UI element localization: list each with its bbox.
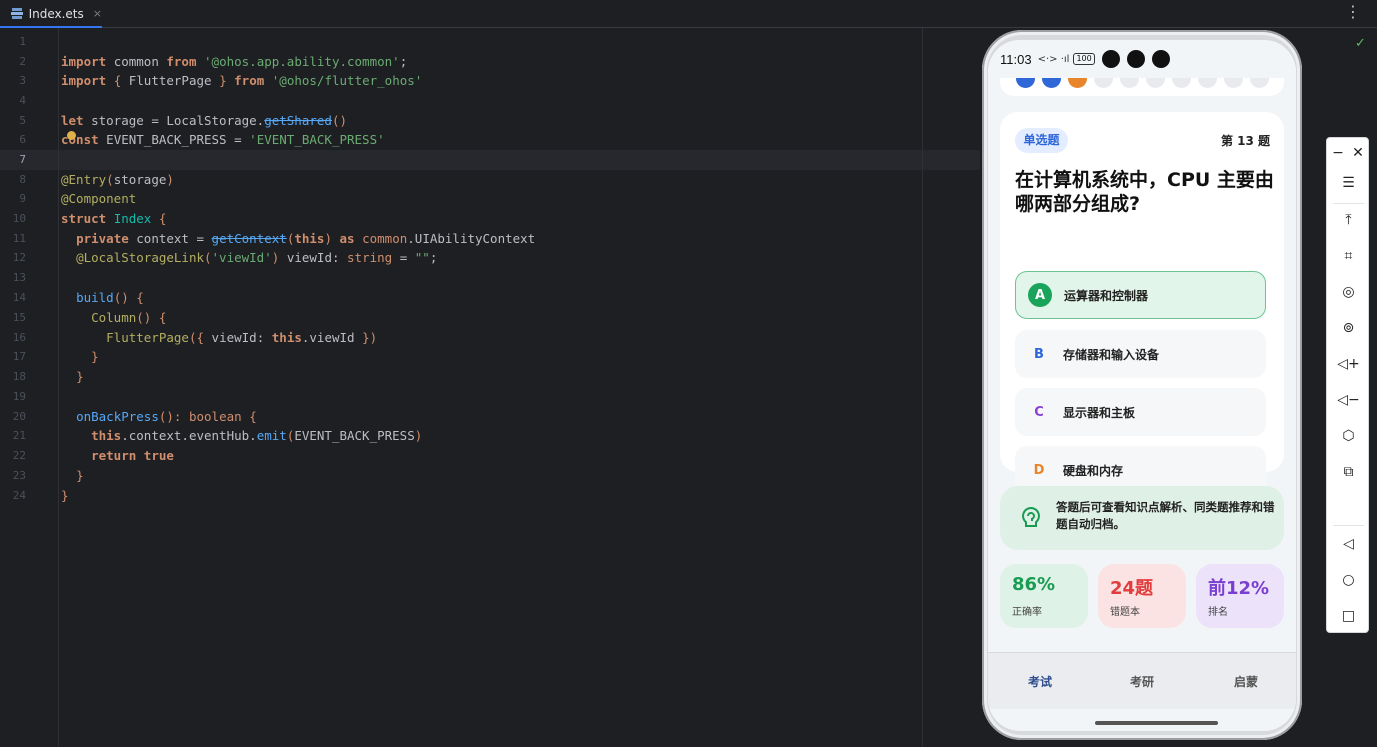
code-editor[interactable]: 1 2 import common from '@ohos.app.ability… — [0, 28, 980, 747]
line-number: 11 — [12, 232, 26, 245]
line-number: 7 — [19, 153, 26, 166]
divider — [1333, 203, 1364, 204]
bottom-nav: 考试 考研 启蒙 — [988, 652, 1296, 709]
line-number: 1 — [19, 35, 26, 48]
tab-index-ets[interactable]: Index.ets × — [0, 0, 102, 28]
emulator-toolbar: − ✕ ☰ ⤒ ⌗ ◎ ⊚ ◁+ ◁− ⬡ ⧉ ◁ ○ □ — [1326, 137, 1369, 633]
line-number: 15 — [12, 311, 26, 324]
line-number: 8 — [19, 173, 26, 186]
recents-icon[interactable]: □ — [1327, 601, 1370, 631]
signal-icon: <·> ·ıl — [1037, 53, 1070, 65]
line-number: 6 — [19, 133, 26, 146]
rotate-icon[interactable]: ◎ — [1327, 277, 1370, 307]
line-number: 14 — [12, 291, 26, 304]
multi-device-icon[interactable]: ⧉ — [1327, 457, 1370, 487]
battery-icon: 100 — [1073, 53, 1095, 65]
line-number: 21 — [12, 429, 26, 442]
status-bar: 11:03 <·> ·ıl 100 — [988, 40, 1296, 78]
option-c[interactable]: C 显示器和主板 — [1015, 388, 1266, 436]
line-number: 12 — [12, 251, 26, 264]
phone-emulator: 11:03 <·> ·ıl 100 单选题 第 13 题 在计算机系统中，CPU… — [982, 30, 1302, 740]
line-number: 22 — [12, 449, 26, 462]
question-number: 第 13 题 — [1220, 134, 1270, 148]
menu-icon[interactable]: ☰ — [1327, 168, 1370, 198]
option-text: 存储器和输入设备 — [1063, 347, 1160, 362]
home-indicator[interactable] — [1095, 721, 1218, 725]
option-a[interactable]: A 运算器和控制器 — [1015, 271, 1266, 319]
pin-top-icon[interactable]: ⤒ — [1327, 205, 1370, 235]
minimize-icon[interactable]: − — [1327, 138, 1349, 168]
status-time: 11:03 — [1000, 51, 1032, 67]
nav-postgrad[interactable]: 考研 — [1130, 673, 1154, 690]
tip-text: 答题后可查看知识点解析、同类题推荐和错题自动归档。 — [1056, 500, 1275, 531]
record-icon[interactable]: ⊚ — [1327, 313, 1370, 343]
stat-label: 正确率 — [1012, 607, 1042, 618]
line-number: 10 — [12, 212, 26, 225]
option-letter: A — [1028, 283, 1052, 307]
volume-down-icon[interactable]: ◁− — [1327, 385, 1370, 415]
file-icon — [11, 7, 23, 20]
fold-icon[interactable]: ⬡ — [1327, 421, 1370, 451]
line-number: 17 — [12, 350, 26, 363]
option-letter: D — [1033, 462, 1045, 478]
nav-enlighten[interactable]: 启蒙 — [1234, 673, 1258, 690]
question-type-badge: 单选题 — [1015, 128, 1068, 153]
back-icon[interactable]: ◁ — [1327, 529, 1370, 559]
stat-label: 排名 — [1208, 607, 1228, 618]
lightbulb-icon — [1022, 506, 1040, 527]
line-number: 24 — [12, 489, 26, 502]
question-text: 在计算机系统中，CPU 主要由哪两部分组成? — [1015, 169, 1274, 215]
option-letter: C — [1034, 404, 1044, 420]
divider — [1333, 525, 1364, 526]
line-number: 3 — [19, 74, 26, 87]
line-number: 2 — [19, 55, 26, 68]
nav-exam[interactable]: 考试 — [1028, 673, 1052, 690]
stat-value: 86% — [1012, 574, 1056, 595]
crop-icon[interactable]: ⌗ — [1327, 241, 1370, 271]
option-letter: B — [1034, 346, 1044, 362]
line-number: 9 — [19, 192, 26, 205]
home-icon[interactable]: ○ — [1327, 565, 1370, 595]
more-options-icon[interactable]: ⋮ — [1345, 4, 1361, 20]
stat-rank[interactable]: 前12% 排名 — [1196, 564, 1284, 628]
line-number: 4 — [19, 94, 26, 107]
phone-screen[interactable]: 11:03 <·> ·ıl 100 单选题 第 13 题 在计算机系统中，CPU… — [988, 40, 1296, 731]
stat-value: 24题 — [1110, 578, 1154, 599]
tab-label: Index.ets — [28, 6, 84, 21]
volume-up-icon[interactable]: ◁+ — [1327, 349, 1370, 379]
line-number: 23 — [12, 469, 26, 482]
line-number: 16 — [12, 331, 26, 344]
no-problems-check-icon[interactable]: ✓ — [1355, 36, 1366, 51]
line-number: 5 — [19, 114, 26, 127]
tab-close-icon[interactable]: × — [93, 7, 102, 20]
option-b[interactable]: B 存储器和输入设备 — [1015, 330, 1266, 378]
right-margin-guide — [922, 28, 923, 747]
stat-wrong-book[interactable]: 24题 错题本 — [1098, 564, 1186, 628]
line-number: 19 — [12, 390, 26, 403]
option-text: 硬盘和内存 — [1063, 463, 1124, 478]
camera-cutout-icon — [1101, 50, 1120, 68]
stat-value: 前12% — [1208, 578, 1270, 599]
line-number: 13 — [12, 271, 26, 284]
line-number: 20 — [12, 410, 26, 423]
question-card: 单选题 第 13 题 在计算机系统中，CPU 主要由哪两部分组成? A 运算器和… — [1000, 112, 1284, 494]
line-number: 18 — [12, 370, 26, 383]
option-text: 显示器和主板 — [1063, 405, 1136, 420]
stat-label: 错题本 — [1110, 607, 1140, 618]
option-text: 运算器和控制器 — [1064, 288, 1149, 303]
editor-tab-bar: Index.ets × ⋮ — [0, 0, 1377, 28]
stat-accuracy[interactable]: 86% 正确率 — [1000, 564, 1088, 628]
close-icon[interactable]: ✕ — [1347, 138, 1369, 168]
intention-bulb-icon[interactable] — [67, 131, 76, 140]
tip-banner: 答题后可查看知识点解析、同类题推荐和错题自动归档。 — [1000, 486, 1284, 550]
camera-cutout-icon — [1126, 50, 1145, 68]
camera-cutout-icon — [1151, 50, 1170, 68]
